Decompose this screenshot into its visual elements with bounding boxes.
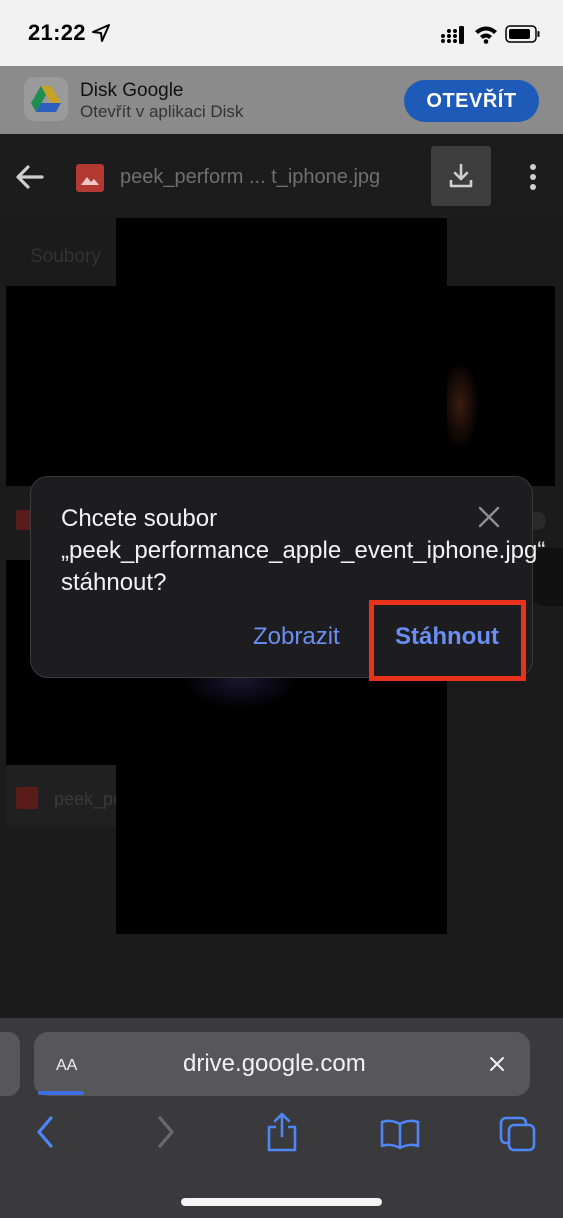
- highlight-annotation: [369, 600, 526, 681]
- download-button[interactable]: [431, 146, 491, 206]
- file-title: peek_perform ... t_iphone.jpg: [120, 166, 381, 188]
- bookmarks-icon[interactable]: [380, 1118, 420, 1150]
- back-icon[interactable]: [34, 1114, 56, 1150]
- image-file-icon: [76, 164, 104, 192]
- image-file-icon: [16, 787, 38, 809]
- dialog-message: Chcete soubor „peek_performance_apple_ev…: [61, 505, 546, 596]
- tabs-icon[interactable]: [499, 1116, 537, 1152]
- previous-tab-peek[interactable]: [0, 1032, 20, 1096]
- google-drive-logo-icon: [24, 77, 68, 121]
- file-row-label: peek_pe: [54, 789, 124, 809]
- back-arrow-icon[interactable]: [14, 162, 46, 192]
- wifi-icon: [475, 26, 497, 44]
- close-icon[interactable]: [477, 505, 501, 529]
- banner-subtitle: Otevřít v aplikaci Disk: [80, 102, 244, 121]
- location-arrow-icon: [92, 24, 110, 42]
- view-button[interactable]: Zobrazit: [253, 623, 340, 651]
- cellular-signal-icon: [441, 26, 464, 44]
- url-text[interactable]: drive.google.com: [183, 1050, 366, 1078]
- download-icon: [449, 163, 473, 188]
- files-section-label: Soubory: [30, 246, 101, 267]
- forward-icon[interactable]: [155, 1114, 177, 1150]
- open-in-app-button[interactable]: OTEVŘÍT: [404, 80, 539, 122]
- banner-title: Disk Google: [80, 80, 184, 101]
- viewer-header: peek_perform ... t_iphone.jpg: [0, 134, 563, 220]
- share-icon[interactable]: [266, 1112, 298, 1152]
- battery-icon: [505, 25, 540, 43]
- home-indicator: [181, 1198, 382, 1206]
- status-time: 21:22: [28, 20, 86, 45]
- more-options-icon[interactable]: [520, 162, 546, 192]
- reader-options-button[interactable]: AA: [56, 1050, 77, 1076]
- page-load-progress: [38, 1091, 84, 1095]
- app-banner: Disk Google Otevřít v aplikaci Disk OTEV…: [0, 66, 563, 134]
- stop-loading-icon[interactable]: [488, 1055, 506, 1073]
- reader-options-label: AA: [56, 1057, 78, 1074]
- status-bar: 21:22: [0, 0, 563, 66]
